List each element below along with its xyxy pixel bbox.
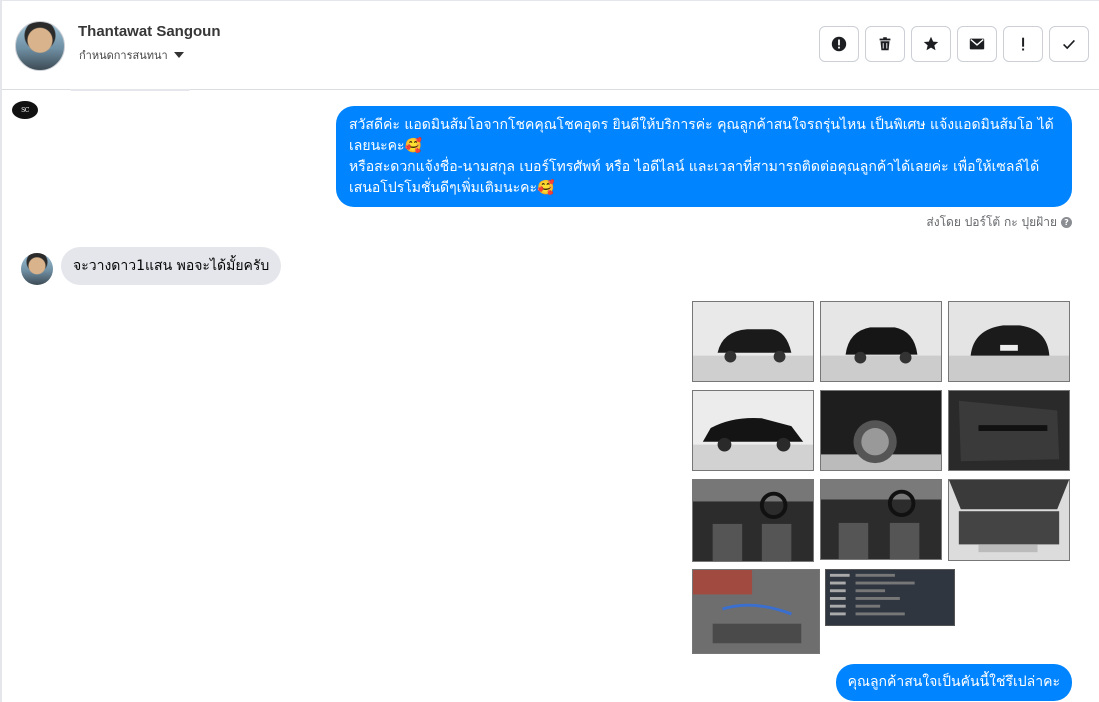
check-icon <box>1063 39 1075 50</box>
outgoing-message-greeting[interactable]: สวัสดีค่ะ แอดมินส้มโอจากโชคคุณโชคอุดร ยิ… <box>336 106 1072 207</box>
page-logo-avatar: SC <box>12 101 38 119</box>
conversation-toolbar <box>819 26 1089 62</box>
exclamation-icon <box>1022 37 1025 51</box>
message-line: หรือสะดวกแจ้งชื่อ-นามสกุล เบอร์โทรศัพท์ … <box>349 159 1040 196</box>
car-engine-photo[interactable] <box>948 479 1070 561</box>
car-rear-photo[interactable] <box>948 301 1070 382</box>
car-door-interior-photo[interactable] <box>948 390 1070 471</box>
star-icon <box>923 36 939 51</box>
question-icon[interactable]: ? <box>1061 217 1072 228</box>
mark-unread-button[interactable] <box>957 26 997 62</box>
car-document-screenshot[interactable] <box>825 569 955 626</box>
delete-button[interactable] <box>865 26 905 62</box>
schedule-conversation-dropdown[interactable]: กำหนดการสนทนา <box>79 46 184 64</box>
trash-icon <box>879 37 891 51</box>
mark-spam-button[interactable] <box>819 26 859 62</box>
star-button[interactable] <box>911 26 951 62</box>
outgoing-message-question[interactable]: คุณลูกค้าสนใจเป็นคันนี้ใช่รึเปล่าคะ <box>835 664 1072 701</box>
car-front-left-photo[interactable] <box>692 301 814 382</box>
car-wheel-photo[interactable] <box>820 390 942 471</box>
previous-message-bubble <box>70 89 190 91</box>
mark-done-button[interactable] <box>1049 26 1089 62</box>
alert-icon <box>831 36 847 52</box>
envelope-icon <box>969 38 985 50</box>
caret-down-icon <box>173 52 184 58</box>
frame-left-border <box>0 0 2 702</box>
car-chassis-photo[interactable] <box>692 569 820 654</box>
car-dashboard-2-photo[interactable] <box>820 479 942 560</box>
car-side-photo[interactable] <box>692 390 814 471</box>
car-rear-left-photo[interactable] <box>820 301 942 382</box>
schedule-conversation-label: กำหนดการสนทนา <box>79 49 168 62</box>
follow-up-button[interactable] <box>1003 26 1043 62</box>
conversation-header: Thantawat Sangoun กำหนดการสนทนา <box>2 1 1099 90</box>
contact-avatar[interactable] <box>15 21 65 71</box>
photo-attachment-grid <box>692 301 1072 654</box>
contact-name[interactable]: Thantawat Sangoun <box>78 23 221 40</box>
car-dashboard-photo[interactable] <box>692 479 814 562</box>
message-line: สวัสดีค่ะ แอดมินส้มโอจากโชคคุณโชคอุดร ยิ… <box>349 117 1054 154</box>
sent-by-label: ส่งโดย ปอร์โต้ กะ ปุยฝ้าย ? <box>926 213 1072 232</box>
sent-by-text: ส่งโดย ปอร์โต้ กะ ปุยฝ้าย <box>926 215 1057 229</box>
incoming-message[interactable]: จะวางดาว1แสน พอจะได้มั้ยครับ <box>61 247 282 285</box>
sender-avatar[interactable] <box>21 253 53 285</box>
